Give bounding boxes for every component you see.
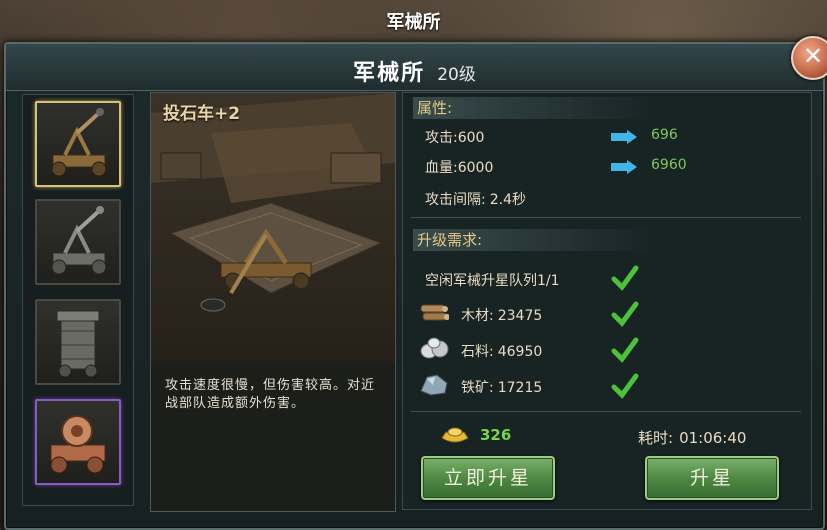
siege-tower-icon (56, 310, 100, 378)
check-icon (611, 337, 639, 363)
close-button[interactable]: ✕ (791, 36, 827, 80)
divider (411, 217, 801, 218)
unit-thumb-catapult-wood[interactable] (35, 101, 121, 187)
screen-title: 军械所 (386, 12, 441, 33)
unit-thumb-catapult-grey[interactable] (35, 199, 121, 285)
check-icon (611, 301, 639, 327)
hp-label: 血量: (425, 160, 458, 176)
attributes-title: 属性: (413, 97, 657, 119)
req-stone: 石料: 46950 (461, 341, 542, 361)
gold-ingot-icon (441, 427, 469, 443)
unit-name: 投石车+2 (163, 104, 241, 124)
upgrade-button[interactable]: 升星 (645, 456, 779, 500)
window-header: 军械所 20级 (6, 44, 823, 91)
catapult-icon (51, 108, 107, 177)
upgrade-arrow-icon (611, 160, 637, 174)
window-title: 军械所 20级 (6, 55, 823, 87)
hp-current: 血量:6000 (425, 157, 493, 177)
requirements-title: 升级需求: (413, 229, 657, 251)
instant-upgrade-button[interactable]: 立即升星 (421, 456, 555, 500)
hp-next: 6960 (651, 157, 687, 173)
check-icon (611, 265, 639, 291)
divider (411, 411, 801, 412)
req-wood: 木材: 23475 (461, 305, 542, 325)
interval-value: 2.4秒 (489, 192, 526, 208)
check-icon (611, 373, 639, 399)
attack-label: 攻击: (425, 130, 458, 146)
wood-label: 木材: (461, 308, 494, 324)
info-panel: 属性: 攻击:600 696 血量:6000 6960 攻击间隔: 2.4秒 升级… (402, 92, 812, 510)
time-value: 01:06:40 (679, 429, 747, 447)
req-iron: 铁矿: 17215 (461, 377, 542, 397)
iron-label: 铁矿: (461, 380, 494, 396)
iron-value: 17215 (497, 380, 543, 396)
attack-next: 696 (651, 127, 678, 143)
req-queue: 空闲军械升星队列1/1 (425, 273, 560, 289)
iron-ore-icon (420, 374, 448, 396)
unit-list (22, 94, 134, 506)
unit-thumb-ram-cart[interactable] (35, 399, 121, 485)
wood-value: 23475 (497, 308, 543, 324)
catapult-locked-icon (51, 206, 107, 275)
upgrade-arrow-icon (611, 130, 637, 144)
attack-interval: 攻击间隔: 2.4秒 (425, 189, 526, 209)
attack-current: 攻击:600 (425, 127, 484, 147)
stone-label: 石料: (461, 344, 494, 360)
interval-label: 攻击间隔: (425, 192, 486, 208)
time-label: 耗时: (638, 429, 674, 447)
unit-description: 攻击速度很慢，但伤害较高。对近战部队造成额外伤害。 (165, 378, 376, 411)
window-title-text: 军械所 (353, 61, 426, 86)
wood-icon (420, 304, 449, 321)
stone-icon (420, 337, 449, 359)
upgrade-time: 耗时: 01:06:40 (638, 427, 746, 448)
gold-cost: 326 (480, 426, 512, 444)
unit-thumb-siege-tower[interactable] (35, 299, 121, 385)
attack-value: 600 (457, 130, 485, 146)
ram-cart-icon (50, 415, 106, 474)
building-level: 20级 (437, 65, 476, 85)
close-icon: ✕ (802, 42, 824, 70)
preview-scene-art (151, 93, 395, 363)
stone-value: 46950 (497, 344, 543, 360)
hp-value: 6000 (457, 160, 494, 176)
unit-preview: 投石车+2 攻击速度很慢，但伤害较高。对近战部队造成额外伤害。 (150, 92, 396, 512)
